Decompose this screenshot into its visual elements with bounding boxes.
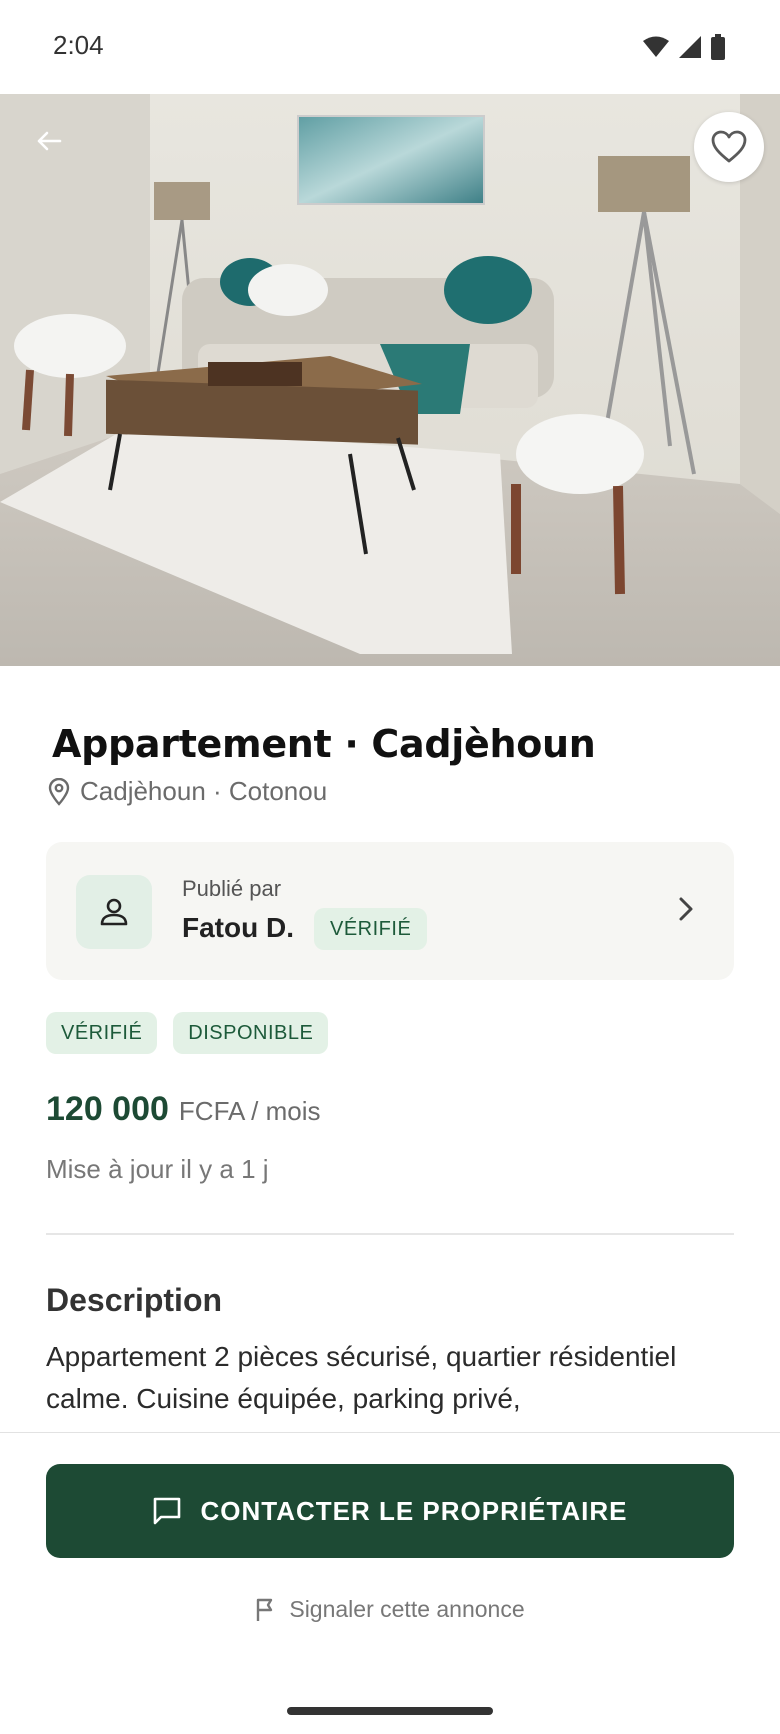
status-tags: VÉRIFIÉ DISPONIBLE [46, 1012, 329, 1054]
flag-icon [257, 1598, 273, 1621]
battery-icon [711, 34, 725, 60]
back-button[interactable] [24, 116, 74, 166]
updated-timestamp: Mise à jour il y a 1 j [46, 1154, 269, 1184]
price: 120 000 FCFA / mois [46, 1090, 320, 1129]
owner-card[interactable]: Publié par Fatou D. VÉRIFIÉ [46, 842, 734, 980]
listing-photo[interactable] [0, 94, 780, 666]
report-listing-link[interactable]: Signaler cette annonce [0, 1596, 780, 1623]
signal-icon [679, 36, 701, 58]
listing-location: Cadjèhoun · Cotonou [48, 776, 327, 807]
status-badge: VÉRIFIÉ [46, 1012, 158, 1054]
owner-name: Fatou D. [182, 912, 294, 943]
description-text: Appartement 2 pièces sécurisé, quartier … [46, 1341, 677, 1414]
avatar [76, 875, 152, 949]
home-indicator[interactable] [287, 1707, 493, 1715]
status-bar: 2:04 [0, 0, 780, 94]
contact-owner-label: CONTACTER LE PROPRIÉTAIRE [200, 1495, 628, 1526]
contact-owner-button[interactable]: CONTACTER LE PROPRIÉTAIRE [46, 1464, 734, 1558]
price-unit: FCFA / mois [178, 1096, 321, 1126]
verified-badge: VÉRIFIÉ [314, 908, 428, 950]
description: Appartement 2 pièces sécurisé, quartier … [46, 1336, 746, 1431]
divider [46, 1233, 734, 1235]
owner-pre-label: Publié par [182, 876, 282, 901]
location-text: Cadjèhoun · Cotonou [80, 776, 328, 806]
arrow-left-icon [37, 131, 62, 151]
user-icon [100, 898, 128, 926]
map-pin-icon [48, 777, 70, 806]
report-listing-label: Signaler cette annonce [289, 1596, 525, 1622]
chevron-right-icon [679, 897, 693, 921]
status-time: 2:04 [53, 30, 104, 60]
status-badge: DISPONIBLE [173, 1012, 329, 1054]
description-heading: Description [46, 1282, 223, 1318]
heart-outline-icon [711, 130, 747, 163]
wifi-icon [643, 36, 669, 57]
chat-bubble-icon [154, 1497, 181, 1525]
price-amount: 120 000 [46, 1090, 169, 1128]
status-icons [642, 34, 726, 60]
listing-title: Appartement · Cadjèhoun [52, 722, 596, 766]
favorite-button[interactable] [694, 112, 764, 182]
